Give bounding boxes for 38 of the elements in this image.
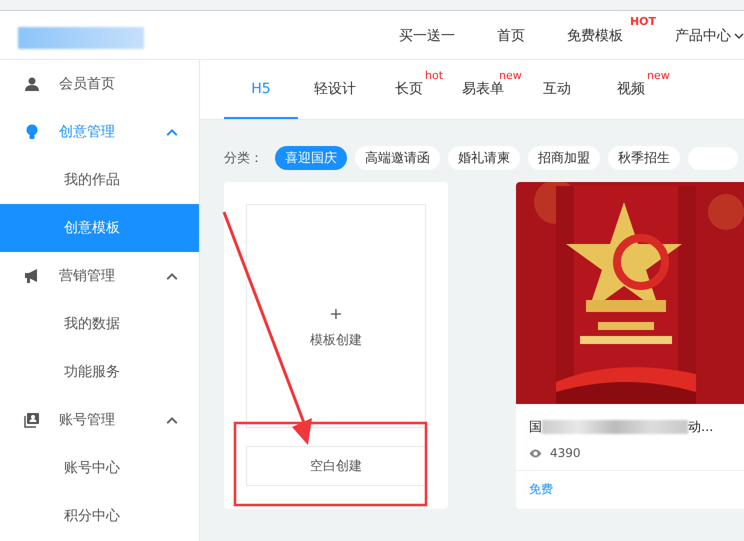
category-label: 分类： — [224, 150, 263, 167]
category-chip[interactable]: 秋季招生 — [608, 146, 680, 170]
tab[interactable]: 长页 hot — [372, 60, 446, 119]
blank-create-button[interactable]: 空白创建 — [246, 446, 426, 486]
nav-link[interactable]: 买一送一 — [378, 26, 476, 44]
template-create-area[interactable]: + 模板创建 — [246, 204, 426, 428]
tab[interactable]: 轻设计 — [298, 60, 372, 119]
tab[interactable]: 易表单 new — [446, 60, 520, 119]
submenu-item[interactable]: 功能服务 — [0, 348, 199, 396]
tab-tag-label: new — [499, 69, 522, 82]
menu-item[interactable]: 会员首页 — [0, 60, 199, 108]
tab-tag-label: new — [647, 69, 670, 82]
submenu-item[interactable]: 我的数据 — [0, 300, 199, 348]
template-title[interactable]: 国 动... — [516, 404, 744, 436]
view-count: 4390 — [550, 446, 581, 460]
eye-icon — [529, 448, 542, 458]
nav-link[interactable]: 首页 — [476, 26, 546, 44]
tab[interactable]: 互动 — [520, 60, 594, 119]
plus-icon: + — [329, 304, 343, 322]
price-label: 免费 — [528, 481, 554, 498]
submenu-item[interactable]: 我的作品 — [0, 156, 199, 204]
nav-link[interactable]: 产品中心 — [654, 26, 744, 44]
category-chip[interactable]: 婚礼请柬 — [448, 146, 520, 170]
create-label: 模板创建 — [310, 332, 362, 348]
menu-item[interactable]: 营销管理 — [0, 252, 199, 300]
template-card[interactable]: 国 动... 4390 免费 — [516, 182, 744, 509]
category-chip[interactable]: 高端邀请函 — [355, 146, 440, 170]
lightbulb-icon — [24, 124, 40, 140]
contact-card-icon — [24, 412, 40, 428]
hot-label: HOT — [630, 14, 656, 28]
tab[interactable]: 视频 new — [594, 60, 668, 119]
submenu-item[interactable]: 积分中心 — [0, 492, 199, 540]
submenu-item[interactable]: 账号中心 — [0, 444, 199, 492]
category-chip[interactable]: 招商加盟 — [528, 146, 600, 170]
menu-item[interactable]: 账号管理 — [0, 396, 199, 444]
megaphone-icon — [24, 268, 40, 284]
tab-tag-label: hot — [425, 69, 444, 82]
person-icon — [24, 76, 40, 92]
